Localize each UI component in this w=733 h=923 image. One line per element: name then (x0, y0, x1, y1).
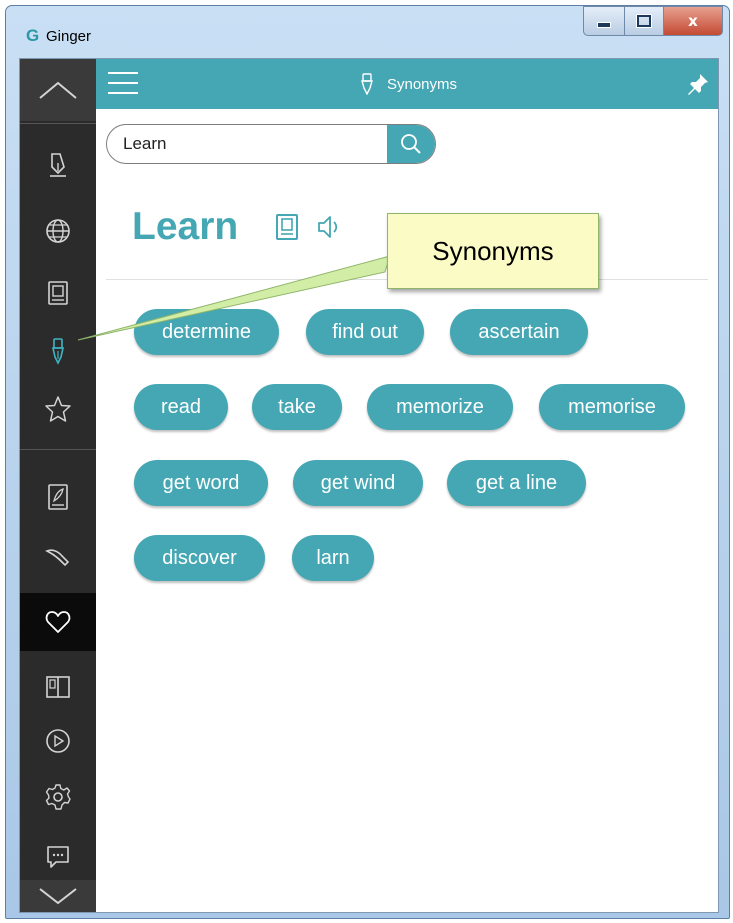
synonym-chip[interactable]: memorize (367, 384, 513, 430)
sidebar-item-tutorial[interactable] (20, 713, 96, 769)
star-icon (45, 396, 71, 422)
fountain-pen-icon (361, 73, 373, 95)
panel-title-text: Synonyms (386, 75, 458, 93)
entry-word: Learn (132, 205, 239, 248)
open-book-icon (46, 676, 70, 698)
heart-icon (45, 611, 71, 633)
sidebar-item-favorites[interactable] (20, 381, 96, 437)
sidebar-scroll-up[interactable] (20, 59, 96, 121)
synonym-chip[interactable]: find out (306, 309, 424, 355)
minimize-icon (597, 22, 611, 28)
sidebar-item-love[interactable] (20, 593, 96, 651)
sidebar (20, 59, 96, 912)
search-input[interactable] (123, 125, 373, 163)
synonym-chip[interactable]: read (134, 384, 228, 430)
sidebar-item-trainer[interactable] (20, 469, 96, 525)
sidebar-divider (20, 123, 96, 124)
chevron-up-icon (39, 81, 77, 99)
pen-nib-icon (50, 153, 66, 177)
synonym-chip[interactable]: take (252, 384, 342, 430)
search-button[interactable] (387, 125, 435, 163)
search-box (106, 124, 436, 164)
close-icon: x (688, 12, 698, 30)
synonym-chip[interactable]: determine (134, 309, 279, 355)
gear-icon (45, 784, 71, 810)
maximize-button[interactable] (624, 6, 664, 36)
search-icon (401, 134, 421, 154)
sidebar-item-translate[interactable] (20, 203, 96, 259)
synonym-chip[interactable]: larn (292, 535, 374, 581)
callout-label: Synonyms (387, 213, 599, 289)
fountain-pen-icon (52, 338, 64, 365)
speaker-icon[interactable] (315, 212, 343, 242)
synonym-chip[interactable]: get word (134, 460, 268, 506)
chevron-down-icon (39, 888, 77, 905)
pin-icon[interactable] (686, 72, 710, 96)
app-client-area: Synonyms Learn determine find out ascert… (19, 58, 719, 913)
panel-title: Synonyms (96, 59, 718, 109)
app-window: G Ginger x Synonyms Learn Learn determin… (5, 5, 730, 919)
minimize-button[interactable] (583, 6, 625, 36)
close-button[interactable]: x (663, 6, 723, 36)
sidebar-item-synonyms[interactable] (20, 323, 96, 379)
sidebar-item-writing[interactable] (20, 529, 96, 585)
chat-icon (47, 846, 69, 868)
sidebar-item-settings[interactable] (20, 769, 96, 825)
maximize-icon (637, 15, 651, 27)
top-bar: Synonyms (96, 59, 718, 109)
app-logo: G (26, 26, 40, 45)
sidebar-divider (20, 449, 96, 450)
sidebar-item-reader[interactable] (20, 659, 96, 715)
play-icon (46, 729, 70, 753)
dictionary-icon[interactable] (273, 212, 301, 242)
sidebar-item-dictionary[interactable] (20, 265, 96, 321)
synonym-chip[interactable]: get a line (447, 460, 586, 506)
sidebar-item-feedback[interactable] (20, 829, 96, 885)
sidebar-item-rephrase[interactable] (20, 137, 96, 193)
synonym-chip[interactable]: ascertain (450, 309, 588, 355)
synonym-chip[interactable]: memorise (539, 384, 685, 430)
window-title: Ginger (46, 28, 92, 45)
synonym-chip[interactable]: get wind (293, 460, 423, 506)
title-bar[interactable]: G Ginger x (6, 6, 729, 56)
synonym-chip[interactable]: discover (134, 535, 265, 581)
quill-icon (45, 549, 70, 567)
globe-icon (46, 219, 70, 243)
sidebar-scroll-down[interactable] (20, 880, 96, 912)
book-feather-icon (48, 484, 68, 510)
dictionary-icon (48, 281, 68, 305)
